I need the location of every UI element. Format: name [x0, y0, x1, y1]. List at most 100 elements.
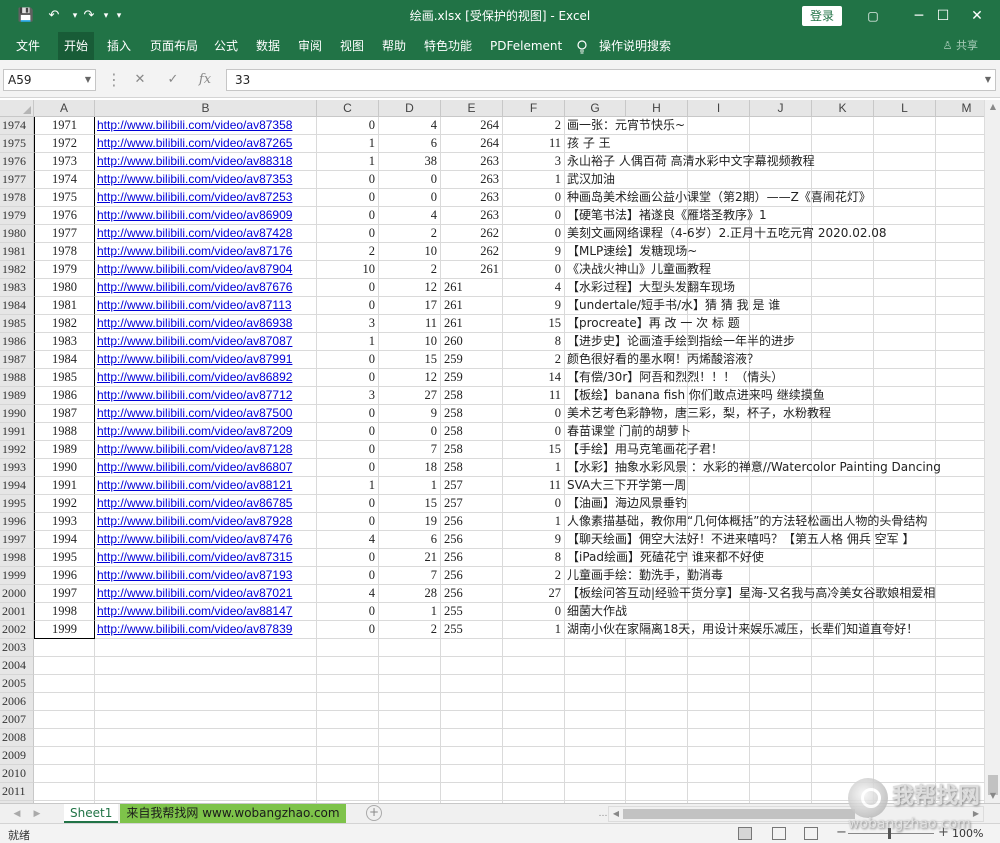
- empty-cell[interactable]: [317, 765, 379, 783]
- cell-index[interactable]: 1988: [34, 423, 95, 441]
- empty-cell[interactable]: [936, 765, 984, 783]
- cell-value-c[interactable]: 0: [317, 441, 379, 459]
- empty-cell[interactable]: [936, 729, 984, 747]
- cell-video-title[interactable]: 永山裕子 人偶百荷 高清水彩中文字幕视频教程: [565, 153, 984, 171]
- cell-video-title[interactable]: 【水彩】抽象水彩风景 ：水彩的禅意//Watercolor Painting D…: [565, 459, 984, 477]
- cell-value-d[interactable]: 11: [379, 315, 441, 333]
- cell-value-f[interactable]: 1: [503, 459, 565, 477]
- cell-value-f[interactable]: 2: [503, 567, 565, 585]
- sheet-tab-sheet1[interactable]: Sheet1: [64, 804, 118, 823]
- formula-input[interactable]: 33 ▼: [226, 69, 996, 91]
- cell-value-d[interactable]: 6: [379, 135, 441, 153]
- row-header[interactable]: 1985: [0, 315, 34, 333]
- cell-index[interactable]: 1989: [34, 441, 95, 459]
- empty-cell[interactable]: [379, 639, 441, 657]
- cell-video-title[interactable]: 【procreate】再 改 一 次 标 题: [565, 315, 984, 333]
- empty-cell[interactable]: [626, 639, 688, 657]
- cell-index[interactable]: 1976: [34, 207, 95, 225]
- row-header[interactable]: 1993: [0, 459, 34, 477]
- empty-cell[interactable]: [750, 729, 812, 747]
- row-header[interactable]: 1984: [0, 297, 34, 315]
- cell-video-title[interactable]: 【板绘问答互动|经验干货分享】星海-又名我与高冷美女谷歌娘相爱相: [565, 585, 984, 603]
- cell-value-e[interactable]: 261: [441, 315, 503, 333]
- empty-cell[interactable]: [95, 675, 317, 693]
- cell-value-f[interactable]: 0: [503, 495, 565, 513]
- cell-value-d[interactable]: 19: [379, 513, 441, 531]
- cell-value-e[interactable]: 258: [441, 459, 503, 477]
- empty-cell[interactable]: [626, 657, 688, 675]
- cell-video-title[interactable]: 【板绘】banana fish 你们敢点进来吗 继续摸鱼: [565, 387, 984, 405]
- cell-value-c[interactable]: 1: [317, 333, 379, 351]
- cell-value-c[interactable]: 2: [317, 243, 379, 261]
- cell-index[interactable]: 1977: [34, 225, 95, 243]
- cell-value-d[interactable]: 10: [379, 333, 441, 351]
- tab-file[interactable]: 文件: [16, 32, 40, 60]
- cell-value-d[interactable]: 1: [379, 603, 441, 621]
- row-header[interactable]: 2004: [0, 657, 34, 675]
- cell-value-e[interactable]: 262: [441, 243, 503, 261]
- empty-cell[interactable]: [750, 657, 812, 675]
- cell-video-link[interactable]: http://www.bilibili.com/video/av87904: [95, 261, 317, 279]
- cell-value-f[interactable]: 1: [503, 513, 565, 531]
- empty-cell[interactable]: [874, 639, 936, 657]
- cell-value-d[interactable]: 2: [379, 261, 441, 279]
- cell-value-e[interactable]: 261: [441, 261, 503, 279]
- empty-cell[interactable]: [626, 693, 688, 711]
- cell-value-c[interactable]: 0: [317, 495, 379, 513]
- cell-value-d[interactable]: 2: [379, 225, 441, 243]
- cell-value-e[interactable]: 256: [441, 531, 503, 549]
- page-break-view-icon[interactable]: [804, 827, 818, 840]
- cell-video-link[interactable]: http://www.bilibili.com/video/av87676: [95, 279, 317, 297]
- horizontal-scroll-thumb[interactable]: [623, 809, 855, 819]
- cell-value-f[interactable]: 0: [503, 207, 565, 225]
- cell-video-link[interactable]: http://www.bilibili.com/video/av86785: [95, 495, 317, 513]
- empty-cell[interactable]: [688, 675, 750, 693]
- empty-cell[interactable]: [503, 765, 565, 783]
- cell-value-e[interactable]: 257: [441, 495, 503, 513]
- empty-cell[interactable]: [750, 675, 812, 693]
- page-layout-view-icon[interactable]: [772, 827, 786, 840]
- cell-index[interactable]: 1993: [34, 513, 95, 531]
- cell-value-f[interactable]: 0: [503, 423, 565, 441]
- cell-video-link[interactable]: http://www.bilibili.com/video/av88147: [95, 603, 317, 621]
- empty-cell[interactable]: [34, 783, 95, 801]
- empty-cell[interactable]: [441, 693, 503, 711]
- empty-cell[interactable]: [95, 765, 317, 783]
- cell-value-f[interactable]: 4: [503, 279, 565, 297]
- empty-cell[interactable]: [503, 675, 565, 693]
- cell-value-d[interactable]: 9: [379, 405, 441, 423]
- cell-video-title[interactable]: 【硬笔书法】褚遂良《雁塔圣教序》1: [565, 207, 984, 225]
- cell-value-e[interactable]: 256: [441, 513, 503, 531]
- select-all-button[interactable]: [0, 100, 34, 117]
- cell-video-link[interactable]: http://www.bilibili.com/video/av87253: [95, 189, 317, 207]
- cell-value-d[interactable]: 2: [379, 621, 441, 639]
- cell-value-e[interactable]: 255: [441, 621, 503, 639]
- cell-value-e[interactable]: 255: [441, 603, 503, 621]
- cell-value-f[interactable]: 9: [503, 243, 565, 261]
- cell-value-e[interactable]: 259: [441, 351, 503, 369]
- empty-cell[interactable]: [565, 747, 626, 765]
- cell-value-d[interactable]: 0: [379, 171, 441, 189]
- cell-value-d[interactable]: 6: [379, 531, 441, 549]
- column-header-e[interactable]: E: [441, 100, 503, 117]
- row-header[interactable]: 1986: [0, 333, 34, 351]
- cell-video-link[interactable]: http://www.bilibili.com/video/av87087: [95, 333, 317, 351]
- empty-cell[interactable]: [626, 783, 688, 801]
- empty-cell[interactable]: [317, 729, 379, 747]
- cell-value-e[interactable]: 261: [441, 297, 503, 315]
- cell-video-title[interactable]: SVA大三下开学第一周: [565, 477, 984, 495]
- cell-video-title[interactable]: 种画岛美术绘画公益小课堂（第2期）——Z《喜闹花灯》: [565, 189, 984, 207]
- cell-index[interactable]: 1995: [34, 549, 95, 567]
- cell-index[interactable]: 1998: [34, 603, 95, 621]
- empty-cell[interactable]: [565, 657, 626, 675]
- name-box[interactable]: A59 ▼: [3, 69, 96, 91]
- empty-cell[interactable]: [95, 711, 317, 729]
- cell-value-e[interactable]: 260: [441, 333, 503, 351]
- cell-index[interactable]: 1987: [34, 405, 95, 423]
- chevron-down-icon[interactable]: ▼: [85, 70, 91, 90]
- cell-value-f[interactable]: 0: [503, 603, 565, 621]
- cell-video-link[interactable]: http://www.bilibili.com/video/av87428: [95, 225, 317, 243]
- empty-cell[interactable]: [750, 783, 812, 801]
- cell-video-title[interactable]: 武汉加油: [565, 171, 984, 189]
- cell-value-c[interactable]: 3: [317, 387, 379, 405]
